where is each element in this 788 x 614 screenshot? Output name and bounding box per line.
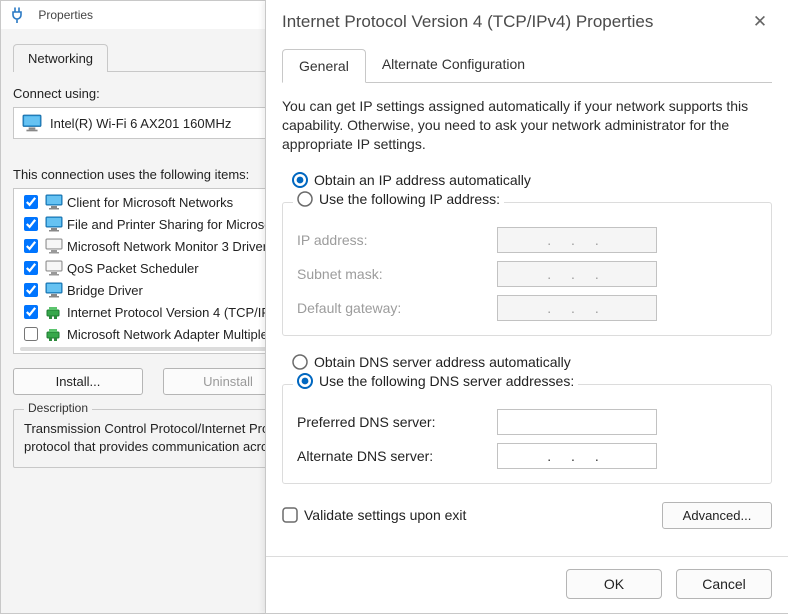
driver-icon <box>45 260 63 276</box>
front-titlebar: Internet Protocol Version 4 (TCP/IPv4) P… <box>266 0 788 44</box>
item-label: Internet Protocol Version 4 (TCP/IPv4) <box>67 305 288 320</box>
tab-general[interactable]: General <box>282 49 366 83</box>
driver-icon <box>45 238 63 254</box>
cancel-button[interactable]: Cancel <box>676 569 772 599</box>
tab-networking[interactable]: Networking <box>13 44 108 72</box>
ok-button[interactable]: OK <box>566 569 662 599</box>
item-label: QoS Packet Scheduler <box>67 261 199 276</box>
intro-text: You can get IP settings assigned automat… <box>282 97 772 154</box>
ipv4-properties-dialog: Internet Protocol Version 4 (TCP/IPv4) P… <box>265 0 788 614</box>
item-checkbox[interactable] <box>24 327 38 341</box>
adapter-icon <box>22 114 42 132</box>
item-label: Client for Microsoft Networks <box>67 195 233 210</box>
item-checkbox[interactable] <box>24 283 38 297</box>
obscured-name <box>29 8 32 22</box>
radio-dns-manual[interactable] <box>297 373 313 389</box>
install-button[interactable]: Install... <box>13 368 143 395</box>
validate-checkbox[interactable] <box>282 507 298 523</box>
preferred-dns-label: Preferred DNS server: <box>297 414 497 430</box>
protocol-icon <box>45 326 63 342</box>
ip-address-label: IP address: <box>297 232 497 248</box>
item-checkbox[interactable] <box>24 305 38 319</box>
plug-icon <box>9 7 25 23</box>
radio-dns-manual-label: Use the following DNS server addresses: <box>319 373 574 389</box>
monitor-icon <box>45 194 63 210</box>
alternate-dns-input[interactable]: . . . <box>497 443 657 469</box>
radio-ip-manual[interactable] <box>297 191 313 207</box>
preferred-dns-input[interactable] <box>497 409 657 435</box>
ip-address-input: . . . <box>497 227 657 253</box>
validate-label: Validate settings upon exit <box>304 507 466 523</box>
description-legend: Description <box>24 401 92 415</box>
radio-ip-auto-label: Obtain an IP address automatically <box>314 172 531 188</box>
default-gateway-label: Default gateway: <box>297 300 497 316</box>
default-gateway-input: . . . <box>497 295 657 321</box>
radio-dns-auto-label: Obtain DNS server address automatically <box>314 354 571 370</box>
dns-manual-group: Use the following DNS server addresses: … <box>282 384 772 484</box>
subnet-mask-input: . . . <box>497 261 657 287</box>
close-icon[interactable]: ✕ <box>746 12 774 32</box>
radio-ip-manual-label: Use the following IP address: <box>319 191 500 207</box>
advanced-button[interactable]: Advanced... <box>662 502 772 529</box>
front-tabstrip: General Alternate Configuration <box>282 48 772 83</box>
tab-alternate-configuration[interactable]: Alternate Configuration <box>366 48 541 82</box>
radio-dns-auto[interactable] <box>292 354 308 370</box>
dialog-title: Internet Protocol Version 4 (TCP/IPv4) P… <box>282 12 653 32</box>
item-checkbox[interactable] <box>24 195 38 209</box>
back-title: Properties <box>38 8 93 22</box>
adapter-name: Intel(R) Wi-Fi 6 AX201 160MHz <box>50 116 231 131</box>
ip-manual-group: Use the following IP address: IP address… <box>282 202 772 336</box>
item-label: Bridge Driver <box>67 283 143 298</box>
dialog-footer: OK Cancel <box>266 556 788 613</box>
monitor-icon <box>45 282 63 298</box>
alternate-dns-label: Alternate DNS server: <box>297 448 497 464</box>
item-label: Microsoft Network Monitor 3 Driver <box>67 239 267 254</box>
item-checkbox[interactable] <box>24 217 38 231</box>
protocol-icon <box>45 304 63 320</box>
item-checkbox[interactable] <box>24 239 38 253</box>
subnet-mask-label: Subnet mask: <box>297 266 497 282</box>
monitor-icon <box>45 216 63 232</box>
item-checkbox[interactable] <box>24 261 38 275</box>
radio-ip-auto[interactable] <box>292 172 308 188</box>
